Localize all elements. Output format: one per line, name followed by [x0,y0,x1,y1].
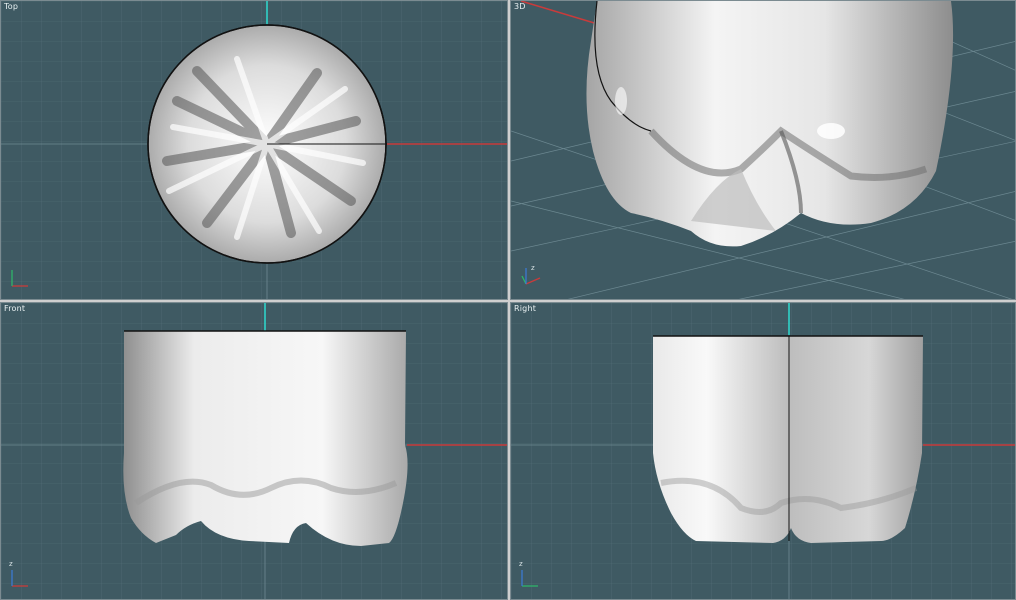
viewport-right-canvas[interactable] [511,303,1016,600]
viewport-top[interactable]: Top [0,0,508,300]
viewport-front-canvas[interactable] [1,303,508,600]
axis-triad-icon: z [8,560,36,590]
bottle-base-front-view[interactable] [123,330,408,546]
axis-triad-icon: z [518,262,546,290]
bottle-base-right-view[interactable] [653,335,923,543]
axis-triad-icon: z [518,560,546,590]
cad-app: Top 3D z Front z Right z [0,0,1016,600]
viewport-label-front: Front [4,304,26,313]
bottle-base-3d[interactable] [586,1,954,247]
viewport-label-3d: 3D [514,2,526,11]
axis-label-z: z [519,560,523,568]
axis-triad-icon [8,262,36,290]
viewport-3d-canvas[interactable] [511,1,1016,300]
viewport-top-canvas[interactable] [1,1,508,300]
viewport-label-right: Right [514,304,537,313]
bottle-base-top-view[interactable] [147,24,387,264]
viewport-3d[interactable]: 3D z [510,0,1016,300]
viewport-label-top: Top [4,2,19,11]
axis-label-z: z [9,560,13,568]
axis-label-z: z [531,264,535,272]
viewport-right[interactable]: Right z [510,302,1016,600]
viewport-front[interactable]: Front z [0,302,508,600]
